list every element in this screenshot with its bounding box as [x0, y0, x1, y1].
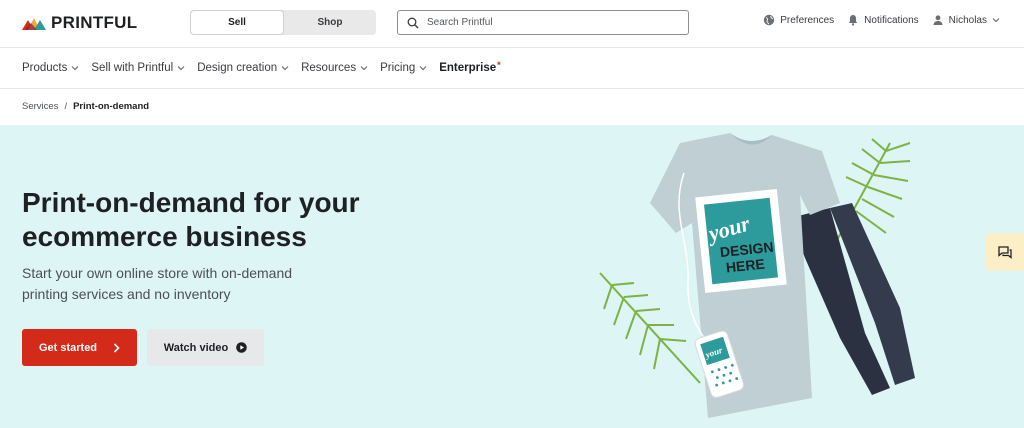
chevron-down-icon: [177, 66, 185, 71]
hero-subtitle: Start your own online store with on-dema…: [22, 265, 293, 302]
user-icon: [933, 15, 943, 25]
preferences-link[interactable]: Preferences: [763, 14, 834, 26]
watch-video-button[interactable]: Watch video: [147, 329, 264, 366]
chevron-down-icon: [360, 66, 368, 71]
printful-logo-mark-icon: [22, 18, 46, 30]
bell-icon: [848, 15, 858, 26]
user-menu[interactable]: Nicholas: [932, 14, 1000, 26]
top-bar: PRINTFUL Sell Shop Preferences Notificat…: [0, 0, 1024, 46]
nav-item-label: Resources: [301, 62, 357, 74]
notifications-link[interactable]: Notifications: [847, 14, 919, 26]
chat-icon: [998, 245, 1012, 259]
nav-item-pricing[interactable]: Pricing: [380, 62, 427, 74]
nav-item-label: Products: [22, 62, 68, 74]
globe-icon: [764, 14, 775, 26]
palm-leaf-left: [599, 272, 701, 384]
chevron-down-icon: [992, 18, 1000, 23]
nav-item-label: Sell with Printful: [91, 62, 174, 74]
nav-item-products[interactable]: Products: [22, 62, 79, 74]
search-input[interactable]: [427, 17, 677, 28]
search-icon: [407, 17, 419, 28]
main-nav: Products Sell with Printful Design creat…: [0, 47, 1024, 89]
chevron-right-icon: [113, 342, 120, 353]
breadcrumb-services-link[interactable]: Services: [22, 101, 58, 112]
hero-section: Print-on-demand for your ecommerce busin…: [0, 125, 1024, 428]
watch-video-label: Watch video: [163, 341, 229, 354]
nav-item-label: Enterprise: [439, 62, 497, 74]
user-name: Nicholas: [948, 14, 987, 26]
breadcrumb-separator: /: [64, 101, 68, 112]
nav-item-resources[interactable]: Resources: [301, 62, 368, 74]
preferences-label: Preferences: [780, 14, 835, 26]
nav-item-sell-with-printful[interactable]: Sell with Printful: [91, 62, 185, 74]
breadcrumb-current: Print-on-demand: [73, 101, 150, 112]
shop-toggle-button[interactable]: Shop: [284, 10, 376, 35]
account-links: Preferences Notifications Nicholas: [763, 14, 1000, 26]
hero-title: Print-on-demand for your ecommerce busin…: [22, 187, 360, 252]
chevron-down-icon: [71, 66, 79, 71]
nav-item-label: Design creation: [197, 62, 278, 74]
nav-item-label: Pricing: [380, 62, 416, 74]
get-started-button[interactable]: Get started: [22, 329, 137, 366]
new-marker: *: [497, 60, 501, 70]
notifications-label: Notifications: [864, 14, 919, 26]
search-box: [397, 10, 689, 35]
chat-widget-button[interactable]: [986, 233, 1024, 271]
sell-shop-toggle: Sell Shop: [190, 10, 376, 35]
chevron-down-icon: [419, 66, 427, 71]
chevron-down-icon: [281, 66, 289, 71]
product-illustration: your DESIGN HERE your: [599, 133, 915, 418]
tshirt-design-print: your DESIGN HERE: [695, 188, 787, 294]
play-circle-icon: [236, 342, 247, 353]
logo-text: PRINTFUL: [51, 13, 138, 32]
breadcrumb: Services / Print-on-demand: [22, 101, 149, 112]
nav-item-design-creation[interactable]: Design creation: [197, 62, 289, 74]
printful-logo[interactable]: PRINTFUL: [22, 13, 137, 33]
sell-toggle-button[interactable]: Sell: [190, 10, 284, 35]
get-started-label: Get started: [38, 341, 98, 354]
nav-item-enterprise[interactable]: Enterprise *: [439, 60, 501, 74]
